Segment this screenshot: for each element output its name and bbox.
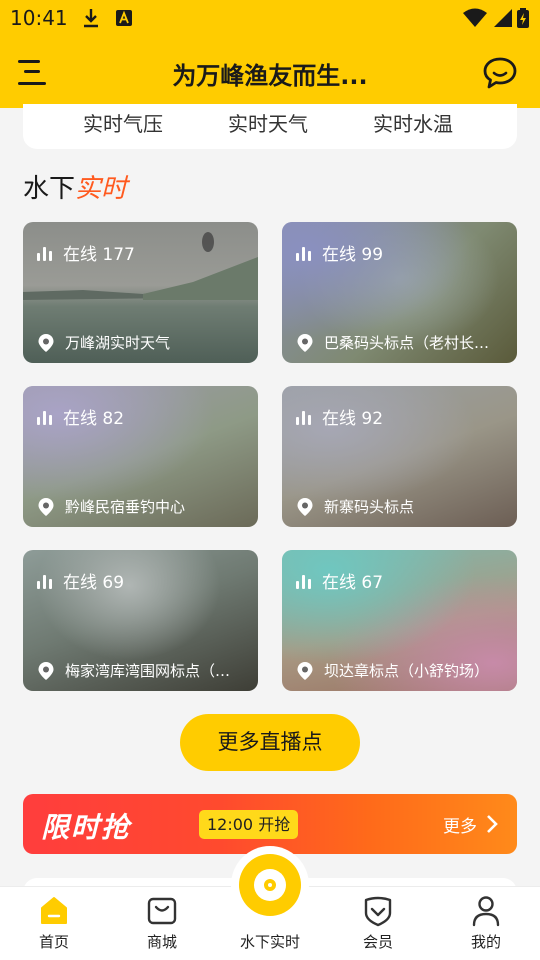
- status-time: 10:41: [10, 6, 68, 30]
- location-pin-icon: [38, 661, 54, 680]
- nav-underwater-label: 水下实时: [239, 933, 300, 951]
- menu-button[interactable]: [18, 56, 48, 88]
- underwater-live-center-button[interactable]: [231, 846, 309, 924]
- online-count: 在线 69: [63, 573, 125, 593]
- shop-bag-icon: [147, 897, 177, 925]
- app-bar: 为万峰渔友而生...: [0, 36, 540, 108]
- user-icon: [472, 896, 500, 927]
- signal-icon: [494, 9, 512, 27]
- camera-location: 黔峰民宿垂钓中心: [65, 498, 186, 516]
- live-bars-icon: [296, 245, 314, 261]
- nav-member[interactable]: 会员: [324, 887, 432, 960]
- location-pin-icon: [38, 333, 54, 352]
- flash-sale-title: 限时抢: [41, 811, 132, 844]
- online-count: 在线 92: [322, 409, 384, 429]
- camera-location: 万峰湖实时天气: [65, 334, 171, 352]
- live-bars-icon: [37, 573, 55, 589]
- tab-pressure[interactable]: 实时气压: [83, 108, 163, 137]
- battery-charging-icon: [517, 8, 529, 28]
- camera-card[interactable]: 在线 99 巴桑码头标点（老村长野钓）: [282, 222, 517, 363]
- menu-icon: [18, 60, 40, 63]
- online-count: 在线 67: [322, 573, 384, 593]
- app-notification-icon: [116, 10, 132, 26]
- nav-home-label: 首页: [38, 933, 69, 951]
- nav-member-label: 会员: [362, 933, 393, 951]
- live-bars-icon: [296, 573, 314, 589]
- nav-mall-label: 商城: [146, 933, 177, 951]
- status-bar: 10:41: [0, 0, 540, 36]
- weather-tabs: 实时气压 实时天气 实时水温: [23, 104, 517, 149]
- camera-card[interactable]: 在线 92 新寨码头标点: [282, 386, 517, 527]
- live-bars-icon: [37, 409, 55, 425]
- camera-location: 新寨码头标点: [324, 498, 415, 516]
- chat-icon[interactable]: [482, 56, 518, 90]
- camera-card[interactable]: 在线 69 梅家湾库湾围网标点（万峰）: [23, 550, 258, 691]
- app-title: 为万峰渔友而生...: [172, 62, 368, 90]
- wifi-icon: [463, 8, 487, 27]
- home-icon: [41, 897, 67, 924]
- live-bars-icon: [37, 245, 55, 261]
- tab-weather[interactable]: 实时天气: [228, 108, 308, 137]
- camera-card[interactable]: 在线 177 万峰湖实时天气: [23, 222, 258, 363]
- location-pin-icon: [297, 661, 313, 680]
- camera-location: 梅家湾库湾围网标点（万峰）: [65, 662, 244, 680]
- download-icon: [84, 9, 98, 28]
- location-pin-icon: [297, 497, 313, 516]
- location-pin-icon: [297, 333, 313, 352]
- flash-sale-time: 12:00 开抢: [199, 810, 299, 839]
- nav-mall[interactable]: 商城: [108, 887, 216, 960]
- camera-location: 巴桑码头标点（老村长野钓）: [324, 334, 503, 352]
- more-live-points-button[interactable]: 更多直播点: [180, 714, 360, 771]
- camera-location: 坝达章标点（小舒钓场）: [324, 662, 490, 680]
- chevron-right-icon: [487, 815, 498, 833]
- online-count: 在线 82: [63, 409, 125, 429]
- location-pin-icon: [38, 497, 54, 516]
- camera-card[interactable]: 在线 82 黔峰民宿垂钓中心: [23, 386, 258, 527]
- tab-water-temp[interactable]: 实时水温: [373, 108, 453, 137]
- nav-home[interactable]: 首页: [0, 887, 108, 960]
- camera-card[interactable]: 在线 67 坝达章标点（小舒钓场）: [282, 550, 517, 691]
- flash-sale-banner[interactable]: 限时抢 12:00 开抢 更多: [23, 794, 517, 854]
- flash-sale-more-link[interactable]: 更多: [443, 812, 477, 837]
- nav-mine-label: 我的: [470, 933, 501, 951]
- section-title: 水下实时: [23, 174, 128, 204]
- live-bars-icon: [296, 409, 314, 425]
- nav-mine[interactable]: 我的: [432, 887, 540, 960]
- member-shield-icon: [364, 896, 392, 927]
- online-count: 在线 99: [322, 245, 384, 265]
- online-count: 在线 177: [63, 245, 135, 265]
